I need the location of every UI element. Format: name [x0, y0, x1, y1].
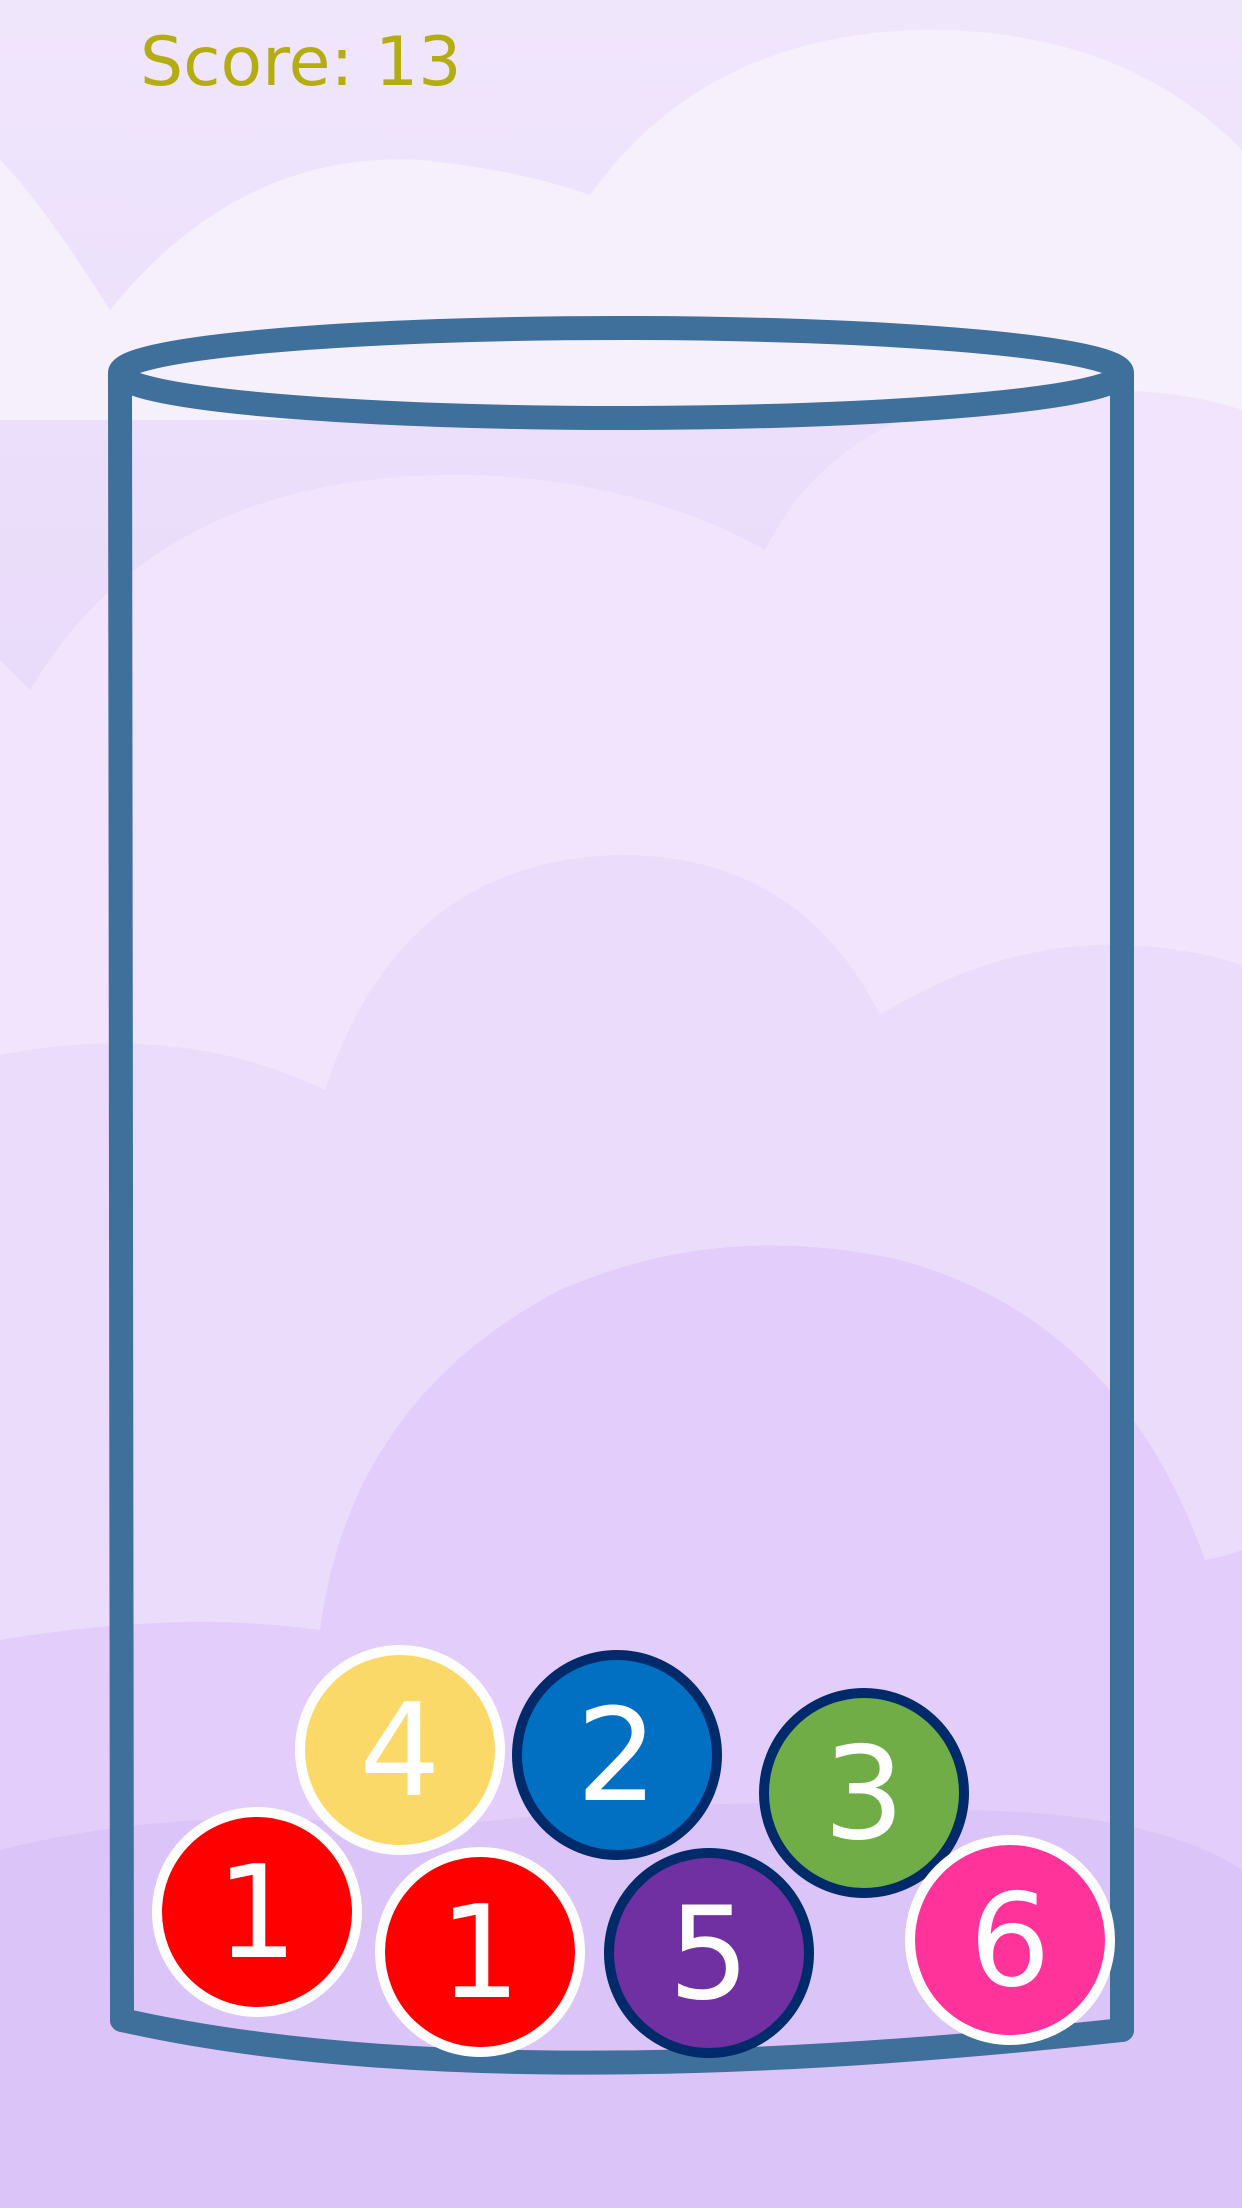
score-label: Score:: [140, 23, 354, 102]
score-value: 13: [375, 23, 462, 102]
ball-number: 6: [969, 1867, 1050, 2016]
ball-number: 2: [576, 1682, 657, 1831]
game-scene: 1 14 2536: [0, 0, 1242, 2208]
ball-number: 3: [823, 1720, 904, 1869]
jar-left-wall: [108, 363, 134, 2032]
score-display: Score: 13: [140, 18, 462, 108]
ball-6[interactable]: 3: [759, 1688, 969, 1898]
ball-5[interactable]: 5: [604, 1848, 814, 2058]
ball-1[interactable]: 1: [152, 1807, 362, 2017]
ball-number: 5: [668, 1880, 749, 2029]
ball-4[interactable]: 2: [512, 1650, 722, 1860]
ball-7[interactable]: 6: [905, 1835, 1115, 2045]
ball-2[interactable]: 1: [375, 1847, 585, 2057]
ball-number: 1: [439, 1879, 520, 2028]
ball-number: 1: [216, 1839, 297, 1988]
ball-3[interactable]: 4: [295, 1645, 505, 1855]
ball-number: 4: [359, 1677, 440, 1826]
